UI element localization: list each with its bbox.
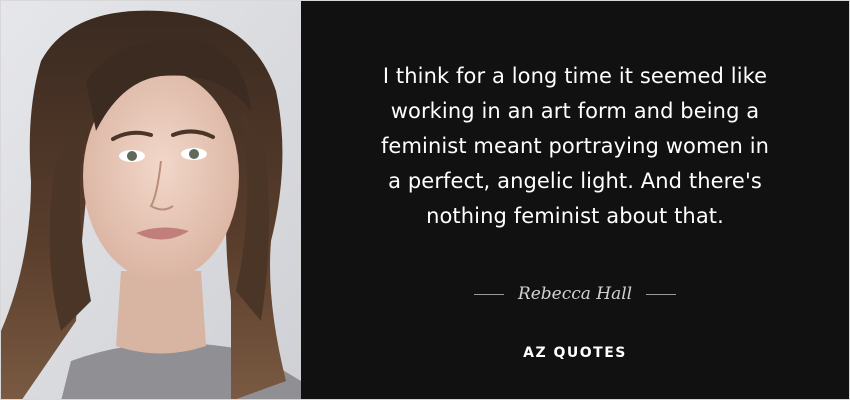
quote-line: nothing feminist about that.: [426, 204, 724, 228]
quote-text: I think for a long time it seemed like w…: [319, 59, 831, 234]
quote-line: feminist meant portraying women in: [380, 134, 770, 158]
quote-line: I think for a long time it seemed like: [382, 64, 768, 88]
author-name: Rebecca Hall: [517, 284, 633, 304]
author-portrait: [1, 1, 301, 399]
right-dash-divider: [646, 293, 677, 295]
quote-line: working in an art form and being a: [390, 99, 760, 123]
quote-area: I think for a long time it seemed like w…: [319, 1, 831, 399]
brand-logo: AZ QUOTES: [523, 345, 627, 361]
author-attribution: Rebecca Hall: [319, 284, 831, 304]
quote-line: a perfect, angelic light. And there's: [388, 169, 762, 193]
left-dash-divider: [473, 293, 504, 295]
quote-card: I think for a long time it seemed like w…: [0, 0, 850, 400]
